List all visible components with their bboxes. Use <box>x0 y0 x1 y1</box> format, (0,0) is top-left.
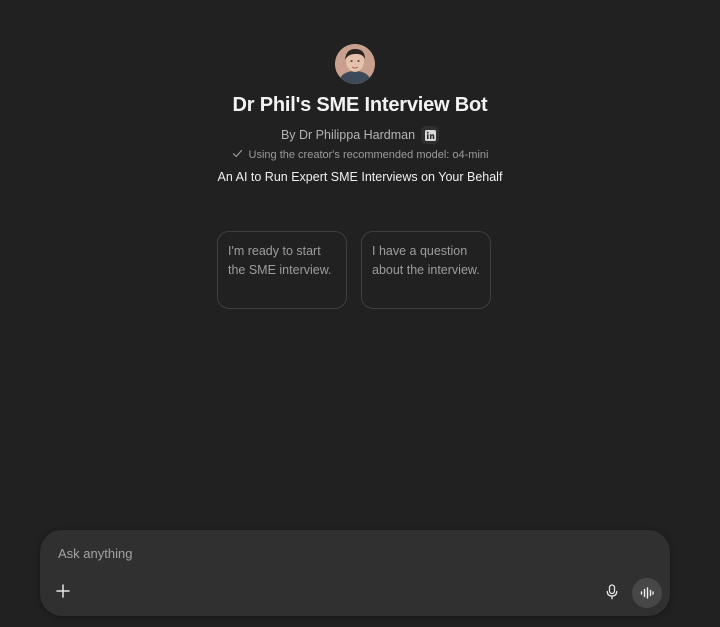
creator-name: By Dr Philippa Hardman <box>280 128 416 142</box>
dictate-button[interactable] <box>602 581 622 603</box>
model-note-text: Using the creator's recommended model: o… <box>248 149 489 161</box>
message-composer: Ask anything <box>40 530 670 616</box>
recommended-model-note: Using the creator's recommended model: o… <box>0 148 720 162</box>
creator-avatar <box>335 44 375 84</box>
gpt-title: Dr Phil's SME Interview Bot <box>232 94 488 116</box>
creator-byline: By Dr Philippa Hardman <box>0 126 720 144</box>
gpt-page: Dr Phil's SME Interview Bot By Dr Philip… <box>0 0 720 627</box>
check-icon <box>232 148 243 162</box>
conversation-starter-question[interactable]: I have a question about the interview. <box>361 231 491 309</box>
avatar-portrait-icon <box>335 44 375 84</box>
voice-mode-button[interactable] <box>632 578 662 608</box>
linkedin-icon[interactable] <box>421 126 440 144</box>
microphone-icon <box>606 584 618 600</box>
plus-icon <box>56 584 70 598</box>
add-attachment-button[interactable] <box>52 580 74 602</box>
prompt-input[interactable]: Ask anything <box>58 546 132 561</box>
conversation-starter-start-interview[interactable]: I'm ready to start the SME interview. <box>217 231 347 309</box>
voice-mode-icon <box>640 587 654 599</box>
gpt-description: An AI to Run Expert SME Interviews on Yo… <box>217 170 503 184</box>
